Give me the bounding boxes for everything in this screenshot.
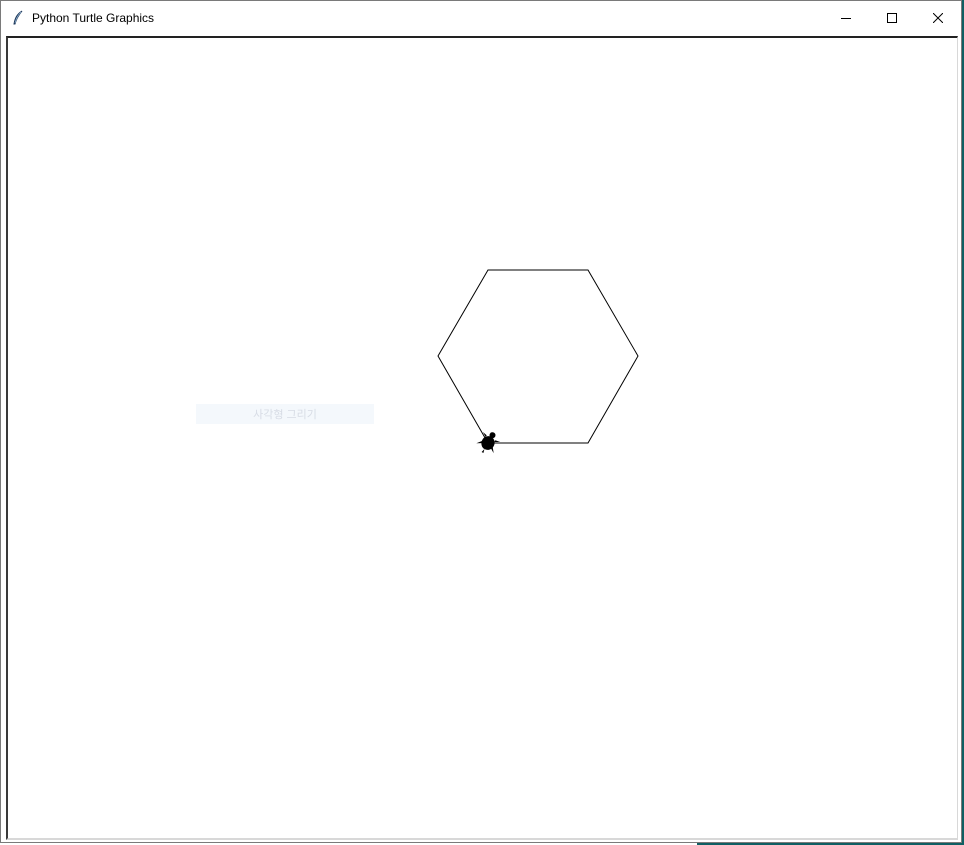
minimize-icon	[841, 17, 851, 19]
turtle-canvas[interactable]: 사각형 그리기	[6, 36, 958, 840]
minimize-button[interactable]	[823, 1, 869, 34]
title-bar[interactable]: Python Turtle Graphics	[1, 1, 961, 34]
close-icon	[933, 12, 943, 23]
window-controls	[823, 1, 961, 34]
close-button[interactable]	[915, 1, 961, 34]
hexagon-path	[437, 269, 639, 444]
feather-icon	[10, 10, 26, 26]
maximize-button[interactable]	[869, 1, 915, 34]
turtle-window: Python Turtle Graphics 사각형 그리기	[0, 0, 962, 843]
drawing-layer	[437, 269, 639, 454]
window-title: Python Turtle Graphics	[32, 10, 155, 25]
maximize-icon	[887, 12, 897, 23]
